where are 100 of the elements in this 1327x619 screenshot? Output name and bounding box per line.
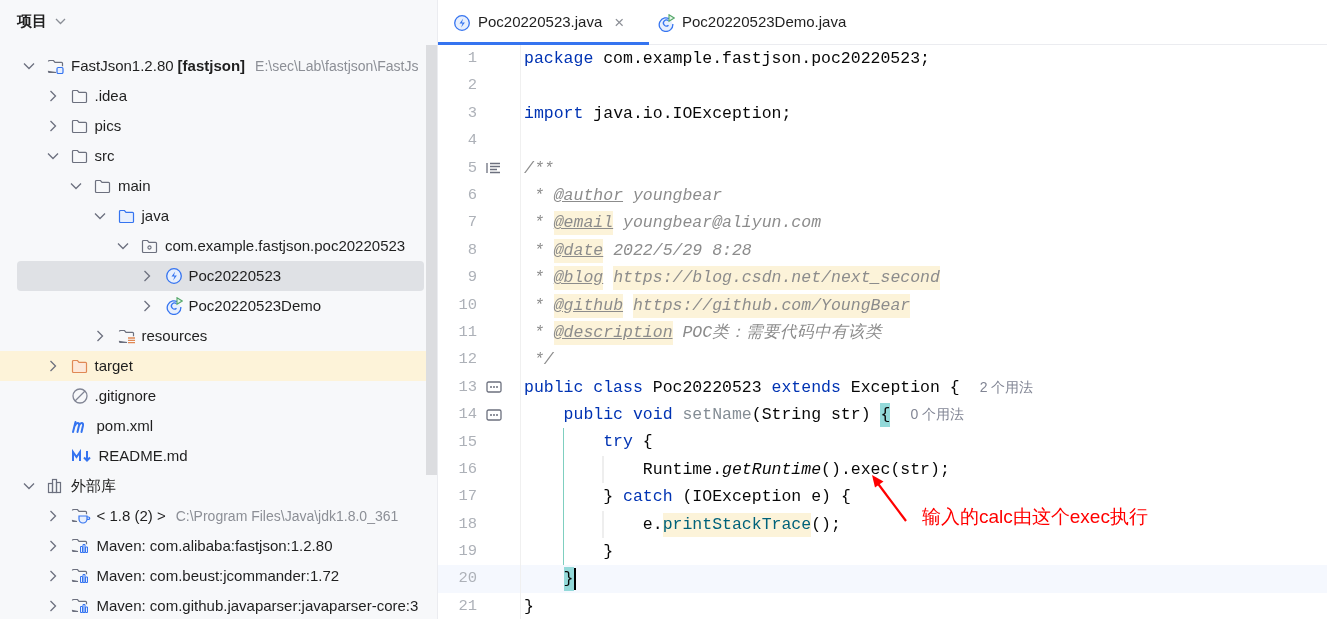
chevron-right-icon[interactable]	[48, 90, 57, 102]
doc-tag: @email	[553, 211, 614, 236]
code-text: ().exec(str);	[821, 458, 950, 481]
matched-brace: }	[563, 567, 574, 592]
code-text: e.	[642, 513, 663, 536]
item-label: pom.xml	[96, 415, 154, 436]
chevron-down-icon[interactable]	[70, 182, 82, 190]
text-caret	[573, 568, 576, 591]
chevron-right-icon[interactable]	[142, 270, 151, 282]
tree-item[interactable]: Poc20220523Demo	[17, 291, 424, 321]
folder-icon	[70, 358, 89, 374]
line-number: 4	[466, 130, 477, 152]
tree-item[interactable]: resources	[17, 321, 424, 351]
chevron-right-icon[interactable]	[95, 330, 104, 342]
module-name: [fastjson]	[177, 55, 246, 76]
line-number: 21	[457, 595, 477, 617]
tree-item[interactable]: java	[17, 201, 424, 231]
tree-item[interactable]: 外部库	[17, 471, 424, 501]
line-number: 7	[466, 212, 477, 234]
rendered-doc-icon[interactable]	[486, 162, 501, 175]
chevron-right-icon[interactable]	[48, 540, 57, 552]
usage-hint: 2 个用法	[979, 377, 1034, 397]
code-vision-icon[interactable]	[486, 381, 502, 394]
doc-tag: @description	[553, 320, 673, 345]
method-call: printStackTrace	[662, 512, 812, 537]
chevron-down-icon[interactable]	[117, 242, 129, 250]
line-number: 10	[457, 294, 477, 316]
chevron-down-icon[interactable]	[23, 62, 35, 70]
doc-tag: @author	[553, 183, 624, 208]
code-text: }	[524, 595, 534, 618]
scrollbar[interactable]	[426, 45, 437, 475]
item-label: 外部库	[71, 475, 116, 496]
keyword: extends	[771, 376, 841, 399]
item-label: java	[141, 205, 170, 226]
tree-item[interactable]: pom.xml	[17, 411, 424, 441]
item-label: target	[94, 355, 133, 376]
code-text: (IOException e) {	[682, 486, 851, 509]
folder-icon	[94, 178, 112, 194]
package-folder-icon	[141, 238, 159, 254]
code-text: }	[603, 541, 614, 564]
run-class-icon	[164, 297, 183, 315]
panel-title[interactable]: 项目	[17, 9, 47, 33]
item-label: .idea	[94, 85, 128, 106]
prohibited-icon	[70, 387, 89, 405]
line-number: 3	[466, 102, 477, 124]
chevron-right-icon[interactable]	[48, 360, 57, 372]
doc-tag: @date	[553, 238, 604, 263]
chevron-down-icon[interactable]	[93, 212, 106, 220]
line-number: 16	[457, 458, 477, 480]
item-label: .gitignore	[94, 385, 157, 406]
editor-tab[interactable]: Poc20220523.java ×	[438, 0, 649, 45]
code-text: java.io.IOException;	[593, 102, 792, 125]
tree-item[interactable]: src	[17, 141, 424, 171]
line-number: 20	[457, 568, 477, 590]
tree-item[interactable]: com.example.fastjson.poc20220523	[17, 231, 424, 261]
tree-item[interactable]: Maven: com.beust:jcommander:1.72	[17, 561, 424, 591]
code-text: (String str)	[751, 404, 871, 427]
module-folder-icon	[47, 58, 65, 74]
item-label: main	[118, 175, 151, 196]
usage-hint: 0 个用法	[910, 405, 965, 425]
lightning-circle-icon	[164, 267, 183, 285]
tree-item[interactable]: Poc20220523	[17, 261, 424, 291]
chevron-down-icon[interactable]	[23, 482, 35, 490]
line-number: 14	[457, 404, 477, 426]
chevron-down-icon[interactable]	[46, 152, 59, 160]
chevron-right-icon[interactable]	[48, 120, 57, 132]
chevron-down-icon[interactable]	[55, 17, 66, 25]
line-number: 12	[457, 349, 477, 371]
item-path: E:\sec\Lab\fastjson\FastJs	[255, 56, 419, 76]
library-folder-icon	[70, 597, 91, 615]
tree-item[interactable]: main	[17, 171, 424, 201]
matched-brace: {	[880, 403, 891, 428]
tree-item[interactable]: .gitignore	[17, 381, 424, 411]
chevron-right-icon[interactable]	[48, 570, 57, 582]
keyword: import	[524, 102, 584, 125]
keyword: public class	[524, 376, 643, 399]
item-label: Maven: com.github.javaparser:javaparser-core:3	[96, 595, 419, 616]
chevron-right-icon[interactable]	[142, 300, 151, 312]
tree-item[interactable]: FastJson1.2.80 [fastjson] E:\sec\Lab\fastjson\FastJs	[17, 51, 424, 81]
line-number: 6	[466, 185, 477, 206]
tree-item[interactable]: < 1.8 (2) > C:\Program Files\Java\jdk1.8.0_361	[17, 501, 424, 531]
chevron-right-icon[interactable]	[48, 510, 57, 522]
library-folder-icon	[70, 567, 91, 585]
keyword: public void	[563, 404, 673, 427]
tree-item[interactable]: Maven: com.github.javaparser:javaparser-core:3	[17, 591, 424, 619]
line-number: 13	[457, 376, 477, 398]
tree-item[interactable]: .idea	[17, 81, 424, 111]
tree-item[interactable]: README.md	[17, 441, 424, 471]
doc-comment: *	[533, 321, 544, 344]
item-label: < 1.8 (2) >	[96, 505, 166, 526]
code-vision-icon[interactable]	[486, 408, 502, 421]
item-label: resources	[141, 325, 208, 346]
line-number: 19	[457, 541, 477, 563]
tree-item[interactable]: pics	[17, 111, 424, 141]
line-number: 2	[466, 75, 477, 97]
annotation-text: 输入的calc由这个exec执行	[922, 504, 1148, 529]
chevron-right-icon[interactable]	[48, 600, 57, 612]
code-text: Runtime.	[642, 458, 723, 481]
editor-tab[interactable]: Poc20220523Demo.java	[649, 0, 859, 45]
tree-item[interactable]: Maven: com.alibaba:fastjson:1.2.80	[17, 531, 424, 561]
